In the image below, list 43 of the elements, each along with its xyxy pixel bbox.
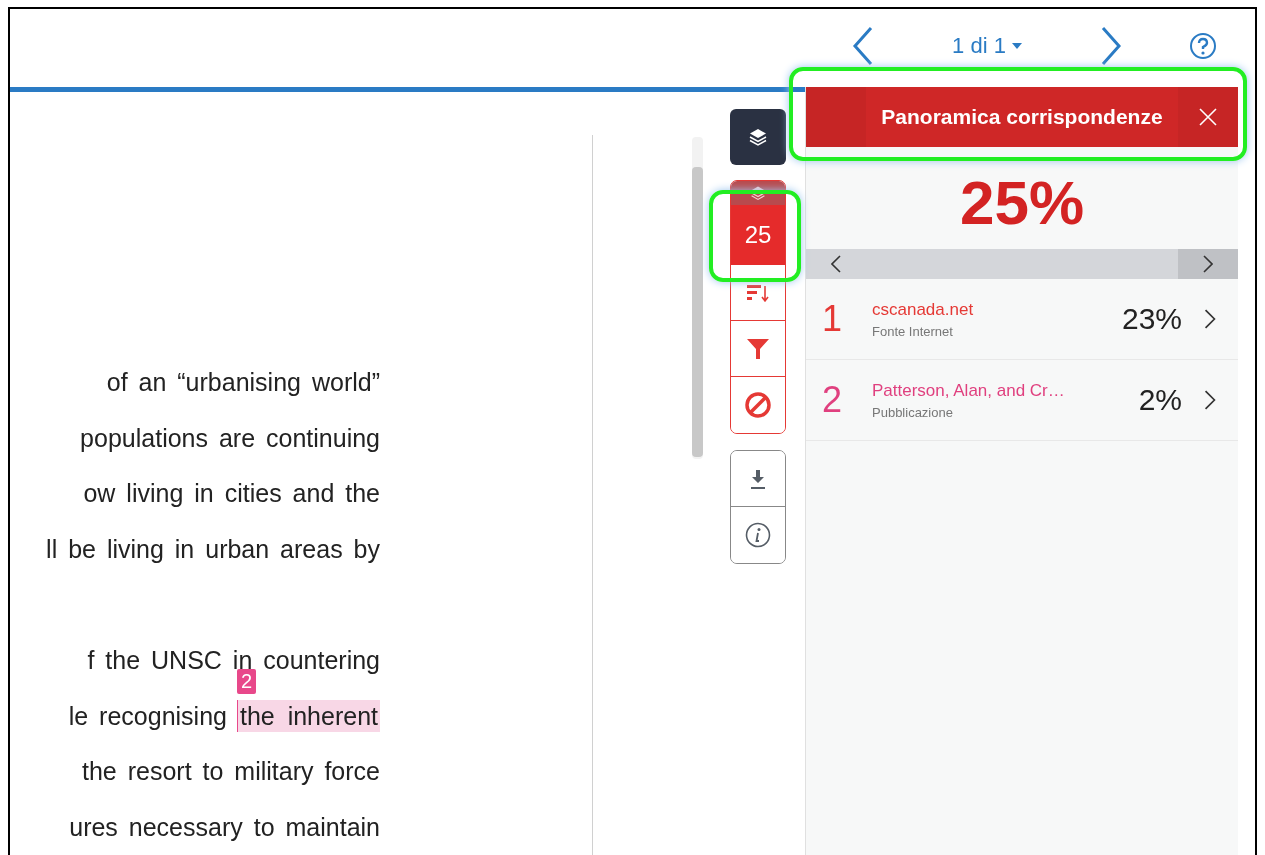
info-icon bbox=[745, 522, 772, 548]
match-number-badge[interactable]: 2 bbox=[236, 668, 257, 694]
match-percent: 2% bbox=[1138, 383, 1182, 417]
layers-button[interactable] bbox=[730, 109, 787, 165]
match-type: Pubblicazione bbox=[872, 404, 954, 420]
horizontal-scrollbar[interactable] bbox=[806, 249, 1238, 279]
page-selector[interactable]: 1 di 1 bbox=[887, 33, 1087, 59]
document-text-line: populations are continuing bbox=[80, 423, 380, 453]
next-page-icon[interactable] bbox=[1099, 26, 1123, 66]
match-row[interactable]: 1 cscanada.net Fonte Internet 23% bbox=[806, 279, 1238, 360]
document-text-line: ures necessary to maintain bbox=[69, 812, 380, 842]
document-text-line: ll be living in urban areas by bbox=[46, 534, 380, 564]
filter-icon bbox=[746, 336, 771, 361]
help-icon[interactable] bbox=[1189, 32, 1217, 60]
document-text-line: ow living in cities and the bbox=[83, 479, 380, 509]
close-icon bbox=[1198, 107, 1218, 127]
chevron-right-icon bbox=[1204, 309, 1216, 329]
similarity-score: 25% bbox=[958, 167, 1086, 239]
document-text-line: le recognising bbox=[68, 701, 227, 731]
panel-title: Panoramica corrispondenze bbox=[880, 105, 1164, 129]
scrollbar[interactable] bbox=[692, 137, 704, 459]
scroll-right-icon[interactable] bbox=[1203, 255, 1213, 273]
download-button[interactable] bbox=[731, 451, 786, 507]
layers-icon bbox=[750, 185, 767, 201]
match-count-button[interactable]: 25 bbox=[731, 205, 786, 265]
match-number: 2 bbox=[822, 379, 844, 421]
match-source: cscanada.net bbox=[872, 299, 975, 320]
match-source: Patterson, Alan, and Cr… bbox=[872, 380, 1066, 401]
document-text-line: of an “urbanising world” bbox=[106, 368, 380, 398]
layers-icon bbox=[748, 127, 769, 147]
chevron-right-icon bbox=[1204, 390, 1216, 410]
document-text-line: the resort to military force bbox=[81, 757, 380, 787]
match-type: Fonte Internet bbox=[872, 323, 954, 339]
match-row[interactable]: 2 Patterson, Alan, and Cr… Pubblicazione 2% bbox=[806, 360, 1238, 441]
match-percent: 23% bbox=[1121, 302, 1182, 336]
highlighted-match-text[interactable]: the inherent bbox=[236, 699, 380, 732]
scroll-left-icon[interactable] bbox=[831, 255, 841, 273]
ban-icon bbox=[744, 391, 773, 419]
caret-icon bbox=[1011, 43, 1022, 49]
sort-icon bbox=[746, 282, 771, 303]
previous-page-icon[interactable] bbox=[851, 26, 875, 66]
match-number: 1 bbox=[822, 298, 844, 340]
close-button[interactable] bbox=[1178, 87, 1238, 147]
